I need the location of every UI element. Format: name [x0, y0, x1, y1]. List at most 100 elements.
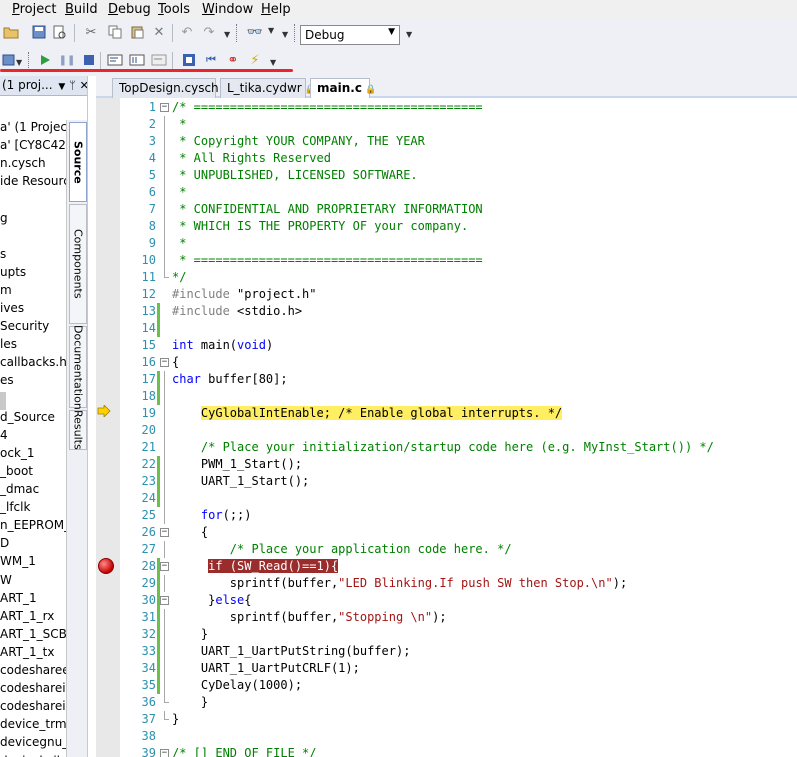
menu-tools[interactable]: Tools — [158, 2, 190, 17]
collapse-icon[interactable]: − — [160, 749, 169, 757]
tree-item[interactable]: Security — [0, 319, 49, 337]
tree-item[interactable]: devicegnu_tr — [0, 735, 66, 753]
code-line[interactable]: 9 * — [96, 235, 797, 252]
menu-window[interactable]: Window — [202, 2, 253, 17]
code-line[interactable]: 30− }else{ — [96, 592, 797, 609]
code-line[interactable]: 8 * WHICH IS THE PROPERTY OF your compan… — [96, 218, 797, 235]
menu-help[interactable]: Help — [261, 2, 291, 17]
doc-tab[interactable]: L_tika.cydwr🔒 — [220, 78, 316, 98]
code-line[interactable]: 4 * All Rights Reserved — [96, 150, 797, 167]
undo-icon[interactable]: ↶ — [178, 23, 196, 41]
doc-tab[interactable]: TopDesign.cysch🔒 — [112, 78, 233, 98]
code-line[interactable]: 34 UART_1_UartPutCRLF(1); — [96, 660, 797, 677]
tree-item[interactable]: codeshareex — [0, 663, 66, 681]
tree-item[interactable]: 4 — [0, 428, 8, 446]
delete-icon[interactable]: ✕ — [150, 23, 168, 41]
code-line[interactable]: 18 — [96, 388, 797, 405]
pause-icon[interactable]: ❚❚ — [58, 51, 76, 69]
step-out-icon[interactable] — [150, 51, 168, 69]
tree-item[interactable]: les — [0, 337, 17, 355]
code-line[interactable]: 10 * ===================================… — [96, 252, 797, 269]
tree-item[interactable]: W — [0, 573, 12, 591]
tree-item[interactable]: _boot — [0, 464, 33, 482]
tree-item[interactable]: a' (1 Projects — [0, 120, 66, 138]
code-line[interactable]: 37} — [96, 711, 797, 728]
code-line[interactable]: 27 /* Place your application code here. … — [96, 541, 797, 558]
pin-icon[interactable]: ᛘ — [69, 79, 76, 92]
tree-item[interactable]: codeshareim — [0, 681, 66, 699]
code-line[interactable]: 5 * UNPUBLISHED, LICENSED SOFTWARE. — [96, 167, 797, 184]
code-line[interactable]: 2 * — [96, 116, 797, 133]
stop-icon[interactable] — [80, 51, 98, 69]
code-line[interactable]: 3 * Copyright YOUR COMPANY, THE YEAR — [96, 133, 797, 150]
toolbar-grip[interactable] — [294, 24, 297, 42]
code-line[interactable]: 23 UART_1_Start(); — [96, 473, 797, 490]
code-line[interactable]: 1−/* ===================================… — [96, 99, 797, 116]
side-tab-results[interactable]: Results — [69, 410, 87, 450]
tree-item[interactable]: n_EEPROM_D — [0, 518, 66, 536]
tree-item[interactable]: ART_1 — [0, 591, 37, 609]
cut-icon[interactable]: ✂ — [82, 23, 100, 41]
step-over-icon[interactable] — [106, 51, 124, 69]
code-line[interactable]: 22 PWM_1_Start(); — [96, 456, 797, 473]
fold-toggle[interactable]: − — [160, 745, 169, 757]
code-line[interactable]: 19 CyGlobalIntEnable; /* Enable global i… — [96, 405, 797, 422]
copy-icon[interactable] — [106, 23, 124, 41]
chevron-down-icon[interactable]: ▼ — [406, 30, 416, 44]
tree-item[interactable]: _dmac — [0, 482, 39, 500]
code-editor[interactable]: 1−/* ===================================… — [96, 98, 797, 757]
fold-toggle[interactable]: − — [160, 558, 169, 575]
reset-icon[interactable] — [180, 51, 198, 69]
code-line[interactable]: 6 * — [96, 184, 797, 201]
collapse-icon[interactable]: − — [160, 528, 169, 537]
toolbar-grip[interactable] — [28, 52, 31, 70]
tree-item[interactable]: codeshareim — [0, 699, 66, 717]
tree-item[interactable]: d_Source — [0, 410, 55, 428]
code-line[interactable]: 31 sprintf(buffer,"Stopping \n"); — [96, 609, 797, 626]
fold-toggle[interactable]: − — [160, 524, 169, 541]
code-line[interactable]: 16−{ — [96, 354, 797, 371]
code-line[interactable]: 17 char buffer[80]; — [96, 371, 797, 388]
tree-item[interactable]: m — [0, 283, 12, 301]
code-line[interactable]: 38 — [96, 728, 797, 745]
tree-item[interactable]: ART_1_tx — [0, 645, 54, 663]
side-tab-documentation[interactable]: Documentation — [69, 325, 87, 409]
collapse-icon[interactable]: − — [160, 103, 169, 112]
code-line[interactable]: 14 — [96, 320, 797, 337]
doc-tab[interactable]: main.c 🔒 — [310, 78, 376, 98]
chevron-down-icon[interactable]: ▼ — [282, 30, 292, 44]
code-line[interactable]: 26− { — [96, 524, 797, 541]
chevron-down-icon[interactable]: ▼ — [224, 30, 234, 44]
open-folder-icon[interactable] — [2, 23, 20, 41]
code-line[interactable]: 33 UART_1_UartPutString(buffer); — [96, 643, 797, 660]
save-icon[interactable] — [30, 23, 48, 41]
tree-item[interactable]: ives — [0, 301, 24, 319]
code-line[interactable]: 13 #include <stdio.h> — [96, 303, 797, 320]
redo-icon[interactable]: ↷ — [200, 23, 218, 41]
collapse-icon[interactable]: − — [160, 358, 169, 367]
tree-item[interactable]: D — [0, 536, 9, 554]
tree-item[interactable]: devicekeil_tr — [0, 754, 66, 757]
tree-item[interactable]: WM_1 — [0, 554, 36, 572]
tree-item[interactable]: upts — [0, 265, 26, 283]
code-line[interactable]: 12 #include "project.h" — [96, 286, 797, 303]
side-tab-source[interactable]: Source — [69, 122, 87, 202]
code-line[interactable]: 32 } — [96, 626, 797, 643]
tree-item[interactable]: n.cysch — [0, 156, 46, 174]
print-preview-icon[interactable] — [50, 23, 68, 41]
tree-item[interactable]: s — [0, 247, 6, 265]
tree-item[interactable] — [0, 391, 6, 410]
code-line[interactable]: 21 /* Place your initialization/startup … — [96, 439, 797, 456]
tree-item[interactable]: es — [0, 373, 14, 391]
chevron-down-icon[interactable]: ▼ — [268, 26, 278, 40]
tree-item[interactable]: ide Resource — [0, 174, 66, 192]
build-config-select[interactable]: Debug ▼ — [300, 25, 400, 45]
code-line[interactable]: 24 — [96, 490, 797, 507]
fold-toggle[interactable]: − — [160, 592, 169, 609]
code-line[interactable]: 36 } — [96, 694, 797, 711]
side-tab-components[interactable]: Components — [69, 204, 87, 324]
menu-build[interactable]: Build — [65, 2, 98, 17]
tree-item[interactable]: _lfclk — [0, 500, 30, 518]
close-icon[interactable]: ✕ — [80, 79, 87, 92]
tree-item[interactable]: g — [0, 211, 8, 229]
